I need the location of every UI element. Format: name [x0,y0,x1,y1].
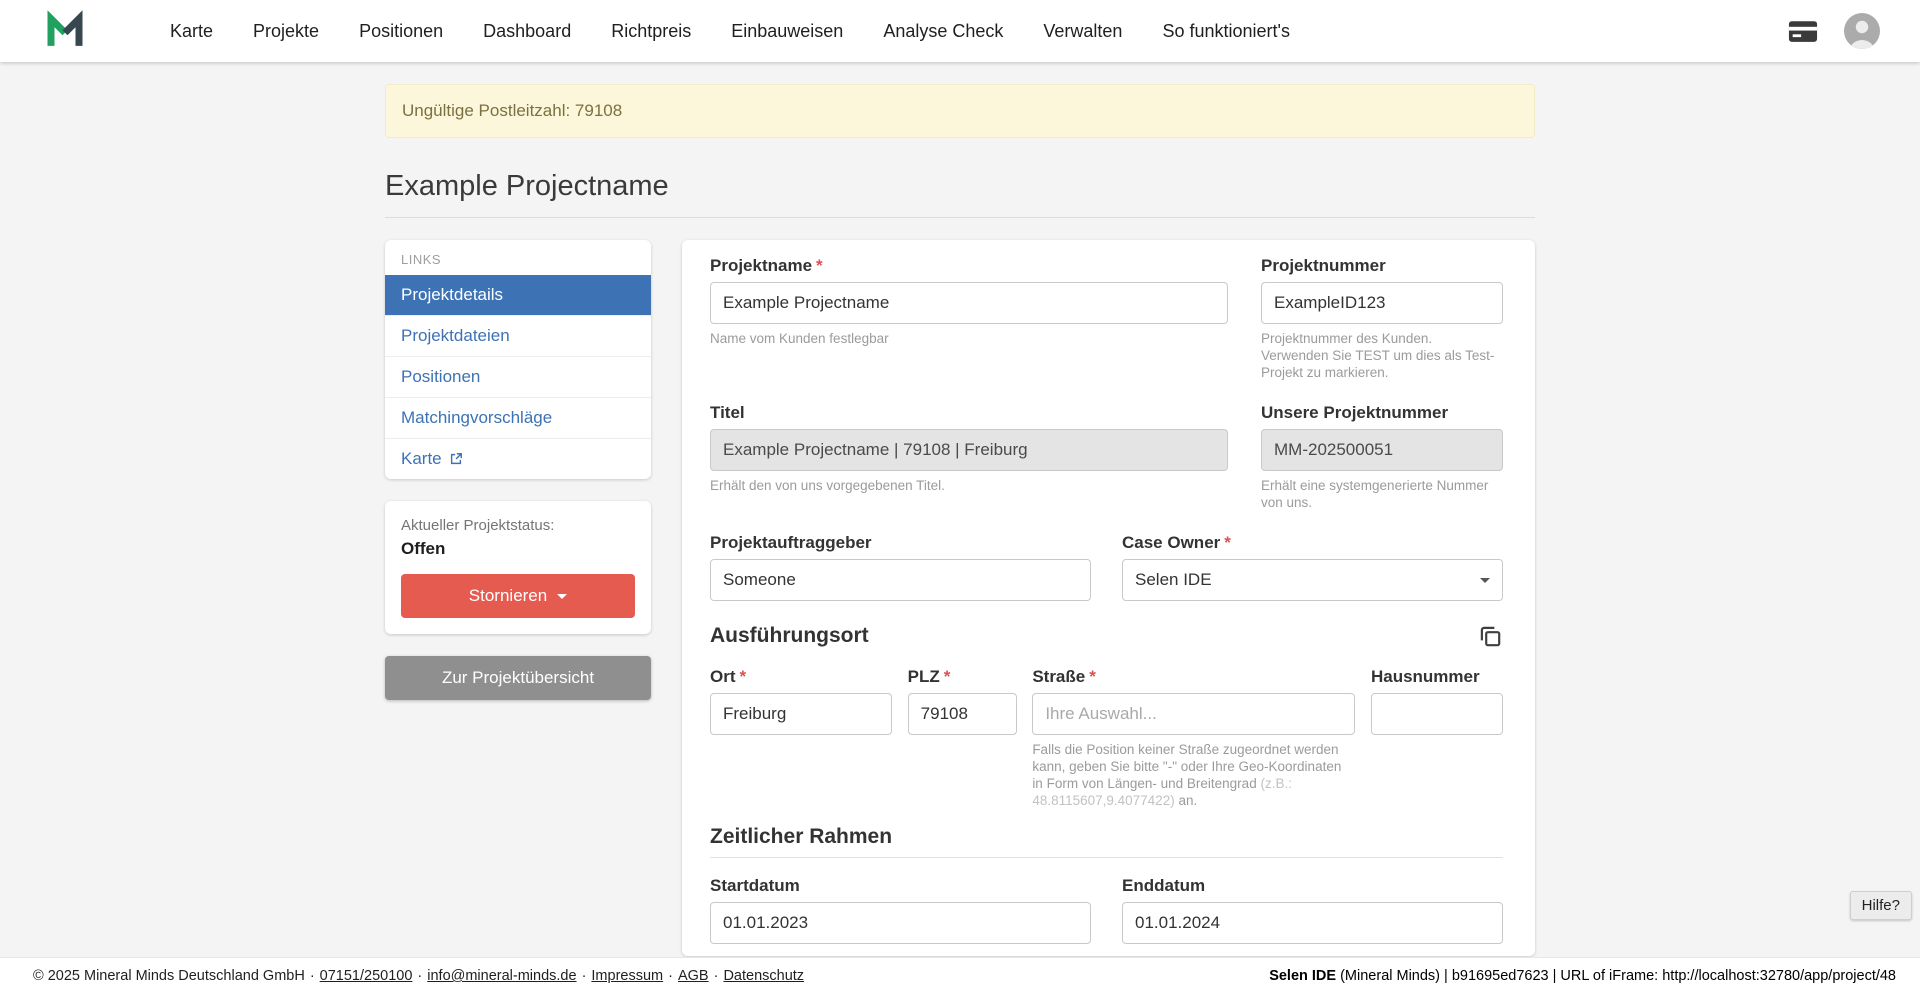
footer-left: © 2025 Mineral Minds Deutschland GmbH · … [33,968,804,984]
required-marker: * [1224,533,1231,552]
projektname-label: Projektname* [710,256,1228,276]
projektnummer-helper: Projektnummer des Kunden. Verwenden Sie … [1261,330,1503,381]
footer-link-datenschutz[interactable]: Datenschutz [723,968,804,984]
sidebar-item-label: Matchingvorschläge [401,408,552,428]
separator-dot: · [310,968,315,984]
status-badge: Offen [401,539,635,559]
required-marker: * [944,667,951,686]
nav-item-verwalten[interactable]: Verwalten [1023,0,1142,62]
stornieren-button[interactable]: Stornieren [401,574,635,618]
case-owner-select[interactable]: Selen IDE [1122,559,1503,601]
links-card: LINKS Projektdetails Projektdateien Posi… [385,240,651,479]
app-logo[interactable] [44,10,86,52]
sidebar-item-label: Projektdateien [401,326,510,346]
zeitlicher-rahmen-heading: Zeitlicher Rahmen [710,825,1503,849]
strasse-helper: Falls die Position keiner Straße zugeord… [1032,741,1355,809]
section-divider [710,857,1503,858]
alert-warning: Ungültige Postleitzahl: 79108 [385,84,1535,138]
credit-card-icon[interactable] [1788,20,1818,43]
footer-link-agb[interactable]: AGB [678,968,709,984]
required-marker: * [740,667,747,686]
sidebar-item-label: Karte [401,449,442,469]
external-link-icon [449,452,463,466]
case-owner-label: Case Owner* [1122,533,1503,553]
nav-item-projekte[interactable]: Projekte [233,0,339,62]
projektauftraggeber-input[interactable] [710,559,1091,601]
unsere-projektnummer-helper: Erhält eine systemgenerierte Nummer von … [1261,477,1503,511]
separator-dot: · [417,968,422,984]
separator-dot: · [714,968,719,984]
footer-session-details: (Mineral Minds) | b91695ed7623 | URL of … [1336,968,1896,984]
startdatum-input[interactable] [710,902,1091,944]
case-owner-selected-value: Selen IDE [1135,570,1212,590]
sidebar-item-karte[interactable]: Karte [385,438,651,479]
nav-item-richtpreis[interactable]: Richtpreis [591,0,711,62]
footer-link-phone[interactable]: 07151/250100 [320,968,413,984]
chevron-down-icon [557,594,567,599]
enddatum-label: Enddatum [1122,876,1503,896]
navbar-right [1788,13,1880,49]
strasse-label: Straße* [1032,667,1355,687]
startdatum-label: Startdatum [710,876,1091,896]
user-avatar[interactable] [1844,13,1880,49]
nav-item-karte[interactable]: Karte [150,0,233,62]
title-divider [385,217,1535,218]
project-overview-button[interactable]: Zur Projektübersicht [385,656,651,700]
top-navbar: Karte Projekte Positionen Dashboard Rich… [0,0,1920,62]
projektauftraggeber-label: Projektauftraggeber [710,533,1091,553]
sidebar-item-projektdateien[interactable]: Projektdateien [385,315,651,356]
project-form-card: Projektname* Name vom Kunden festlegbar … [682,240,1535,956]
separator-dot: · [582,968,587,984]
nav-item-analyse-check[interactable]: Analyse Check [863,0,1023,62]
copy-icon[interactable] [1477,623,1503,649]
projektnummer-input[interactable] [1261,282,1503,324]
status-card: Aktueller Projektstatus: Offen Storniere… [385,501,651,634]
status-label: Aktueller Projektstatus: [401,517,635,534]
titel-helper: Erhält den von uns vorgegebenen Titel. [710,477,1228,494]
sidebar-item-label: Positionen [401,367,480,387]
sidebar: LINKS Projektdetails Projektdateien Posi… [385,240,651,700]
unsere-projektnummer-label: Unsere Projektnummer [1261,403,1503,423]
footer-session-info: Selen IDE (Mineral Minds) | b91695ed7623… [1269,968,1896,984]
help-button[interactable]: Hilfe? [1850,891,1912,920]
ort-label: Ort* [710,667,892,687]
sidebar-item-projektdetails[interactable]: Projektdetails [385,275,651,315]
stornieren-button-label: Stornieren [469,586,547,606]
links-header: LINKS [385,240,651,275]
footer: © 2025 Mineral Minds Deutschland GmbH · … [0,957,1920,994]
plz-input[interactable] [908,693,1017,735]
chevron-down-icon [1480,578,1490,583]
hausnummer-input[interactable] [1371,693,1503,735]
sidebar-item-positionen[interactable]: Positionen [385,356,651,397]
nav-item-einbauweisen[interactable]: Einbauweisen [711,0,863,62]
titel-label: Titel [710,403,1228,423]
nav-item-positionen[interactable]: Positionen [339,0,463,62]
separator-dot: · [668,968,673,984]
page-title: Example Projectname [385,170,1535,203]
ort-input[interactable] [710,693,892,735]
ausfuehrungsort-heading: Ausführungsort [710,624,869,648]
required-marker: * [1089,667,1096,686]
enddatum-input[interactable] [1122,902,1503,944]
nav-item-dashboard[interactable]: Dashboard [463,0,591,62]
unsere-projektnummer-input [1261,429,1503,471]
plz-label: PLZ* [908,667,1017,687]
footer-link-impressum[interactable]: Impressum [591,968,663,984]
strasse-input[interactable] [1032,693,1355,735]
nav-item-so-funktionierts[interactable]: So funktioniert's [1142,0,1310,62]
hausnummer-label: Hausnummer [1371,667,1503,687]
projektnummer-label: Projektnummer [1261,256,1503,276]
footer-link-email[interactable]: info@mineral-minds.de [427,968,576,984]
projektname-helper: Name vom Kunden festlegbar [710,330,1228,347]
copyright-text: © 2025 Mineral Minds Deutschland GmbH [33,968,305,984]
nav-menu: Karte Projekte Positionen Dashboard Rich… [150,0,1788,62]
titel-input [710,429,1228,471]
required-marker: * [816,256,823,275]
projektname-input[interactable] [710,282,1228,324]
sidebar-item-label: Projektdetails [401,285,503,305]
sidebar-item-matchingvorschlaege[interactable]: Matchingvorschläge [385,397,651,438]
footer-user: Selen IDE [1269,968,1336,984]
